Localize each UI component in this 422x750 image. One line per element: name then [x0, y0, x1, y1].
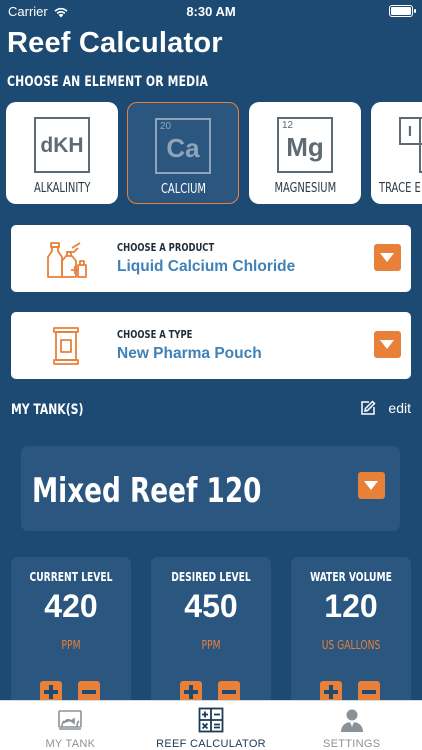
- calcium-element-icon: 20 Ca: [155, 118, 211, 174]
- stat-label: DESIRED LEVEL: [171, 570, 251, 584]
- tank-dropdown-button[interactable]: [358, 472, 385, 499]
- element-label: MAGNESIUM: [274, 181, 336, 196]
- element-card-alkalinity[interactable]: dKH ALKALINITY: [6, 102, 118, 204]
- status-bar: Carrier 8:30 AM: [0, 0, 422, 22]
- type-value: New Pharma Pouch: [117, 345, 262, 362]
- tank-selector[interactable]: Mixed Reef 120: [21, 446, 400, 531]
- pouch-icon: [53, 327, 79, 365]
- product-caption: CHOOSE A PRODUCT: [117, 241, 215, 254]
- type-selector[interactable]: CHOOSE A TYPE New Pharma Pouch: [11, 312, 411, 379]
- elements-section-label: CHOOSE AN ELEMENT OR MEDIA: [7, 74, 209, 90]
- tab-my-tank[interactable]: MY TANK: [0, 701, 141, 750]
- stat-unit: PPM: [61, 638, 81, 652]
- bottles-icon: [47, 242, 87, 278]
- element-card-calcium[interactable]: 20 Ca CALCIUM: [127, 102, 239, 204]
- water-volume-card: WATER VOLUME 120 US GALLONS: [291, 557, 411, 717]
- product-dropdown-button[interactable]: [374, 244, 401, 271]
- type-caption: CHOOSE A TYPE: [117, 328, 193, 341]
- tanks-header: MY TANK(S) edit: [11, 399, 411, 421]
- edit-tanks-button[interactable]: edit: [360, 400, 411, 416]
- element-label: CALCIUM: [160, 182, 206, 197]
- status-time: 8:30 AM: [186, 4, 236, 19]
- type-dropdown-button[interactable]: [374, 331, 401, 358]
- product-selector[interactable]: CHOOSE A PRODUCT Liquid Calcium Chloride: [11, 225, 411, 292]
- tab-reef-calculator[interactable]: REEF CALCULATOR: [141, 701, 282, 750]
- element-carousel[interactable]: dKH ALKALINITY 20 Ca CALCIUM 12 Mg MAGNE…: [0, 102, 422, 206]
- aquarium-icon: [58, 710, 83, 730]
- element-card-magnesium[interactable]: 12 Mg MAGNESIUM: [249, 102, 361, 204]
- trace-symbol-i: I: [399, 117, 421, 145]
- page-title: Reef Calculator: [7, 27, 223, 59]
- alkalinity-element-icon: dKH: [34, 117, 90, 173]
- trace-elements-icon: I K Sr: [399, 117, 422, 173]
- edit-icon: [361, 400, 376, 415]
- element-label: TRACE E: [379, 181, 421, 196]
- stat-label: WATER VOLUME: [310, 570, 392, 584]
- desired-level-value[interactable]: 450: [151, 588, 271, 625]
- water-volume-value[interactable]: 120: [291, 588, 411, 625]
- element-label: ALKALINITY: [33, 181, 91, 196]
- calculator-icon: [198, 707, 224, 733]
- tanks-section-label: MY TANK(S): [11, 402, 84, 418]
- stat-unit: PPM: [201, 638, 221, 652]
- tab-label: MY TANK: [45, 738, 96, 750]
- desired-level-card: DESIRED LEVEL 450 PPM: [151, 557, 271, 717]
- stat-unit: US GALLONS: [321, 638, 381, 652]
- current-level-card: CURRENT LEVEL 420 PPM: [11, 557, 131, 717]
- tab-label: REEF CALCULATOR: [156, 738, 266, 750]
- element-card-trace[interactable]: I K Sr TRACE E: [371, 102, 422, 204]
- edit-label: edit: [388, 400, 411, 416]
- user-icon: [340, 709, 363, 732]
- battery-icon: [389, 5, 416, 17]
- magnesium-element-icon: 12 Mg: [277, 117, 333, 173]
- tab-label: SETTINGS: [322, 738, 381, 750]
- current-level-value[interactable]: 420: [11, 588, 131, 625]
- product-value: Liquid Calcium Chloride: [117, 258, 296, 275]
- tab-settings[interactable]: SETTINGS: [281, 701, 422, 750]
- selected-tank-name: Mixed Reef 120: [32, 471, 262, 511]
- stat-label: CURRENT LEVEL: [29, 570, 113, 584]
- tab-bar: MY TANK REEF CALCULATOR SETTINGS: [0, 700, 422, 750]
